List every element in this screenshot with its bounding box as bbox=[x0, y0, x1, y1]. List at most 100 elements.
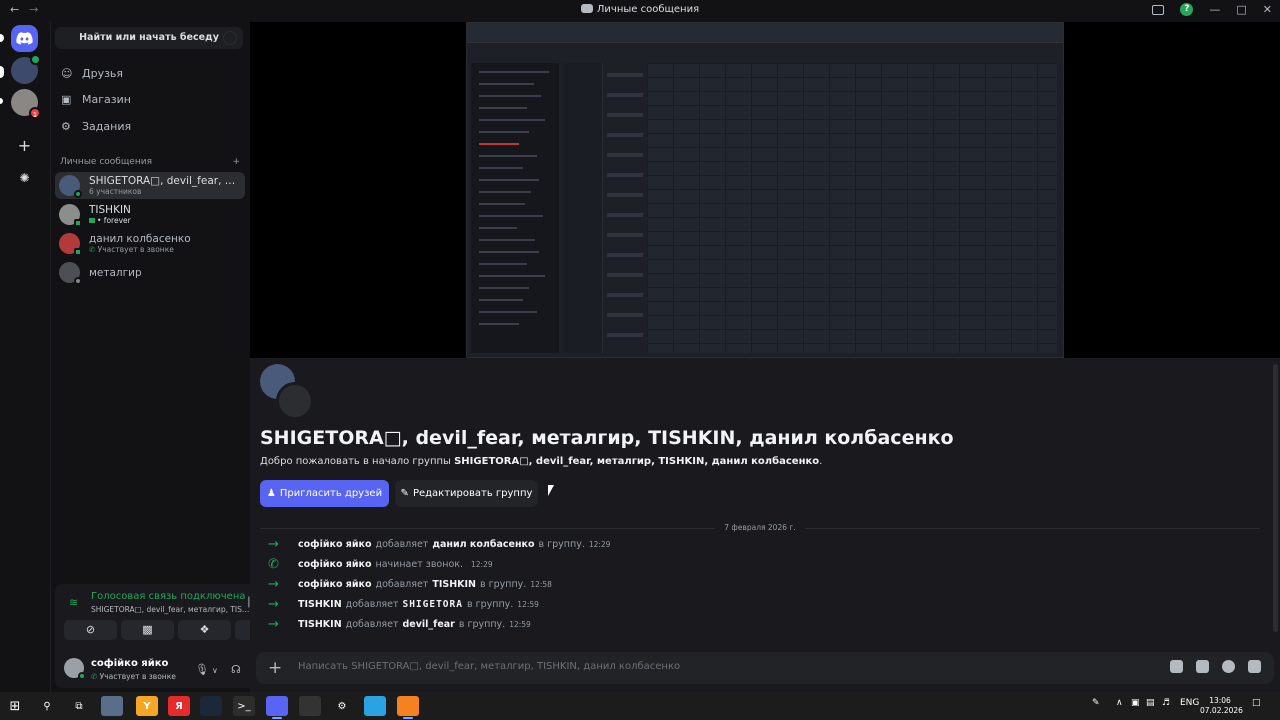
system-message: → TISHKIN добавляет SHIGETORA в группу. … bbox=[268, 596, 539, 612]
help-icon[interactable]: ? bbox=[1180, 3, 1194, 16]
window-title-text: Личные сообщения bbox=[596, 4, 700, 15]
server-avatar-1[interactable] bbox=[11, 54, 41, 84]
server-avatar-2[interactable]: 1 bbox=[11, 89, 41, 119]
inbox-icon[interactable] bbox=[1152, 4, 1165, 15]
message-time: 12:29 bbox=[588, 539, 611, 549]
page-title: SHIGETORA□, devil_fear, металгир, TISHKI… bbox=[260, 427, 954, 449]
join-arrow-icon: → bbox=[268, 576, 279, 592]
message-actor[interactable]: TISHKIN bbox=[298, 599, 342, 610]
chat-area: SHIGETORA□, devil_fear, металгир, TISHKI… bbox=[250, 22, 1280, 692]
message-input[interactable]: Написать SHIGETORA□, devil_fear, металги… bbox=[298, 661, 680, 672]
chevron-down-icon[interactable]: ∨ bbox=[212, 666, 218, 675]
dm-subtitle: • forever bbox=[89, 216, 239, 225]
user-name[interactable]: софійко яйко bbox=[91, 658, 168, 669]
voice-channel[interactable]: SHIGETORA□, devil_fear, металгир, TIS… bbox=[91, 605, 249, 614]
emoji-icon[interactable] bbox=[1222, 660, 1235, 673]
dm-item-group[interactable]: SHIGETORA□, devil_fear, метал… 6 участни… bbox=[55, 172, 245, 199]
edit-group-button[interactable]: ✎ Редактировать группу bbox=[395, 480, 538, 507]
nav-shop[interactable]: ▣ Магазин bbox=[57, 86, 245, 112]
dm-item-metalgir[interactable]: металгир bbox=[55, 259, 245, 286]
notifications-icon[interactable]: □ bbox=[1252, 698, 1261, 708]
headphones-icon[interactable]: ☊ bbox=[231, 663, 241, 676]
chevron-up-icon[interactable]: ∧ bbox=[1116, 698, 1123, 708]
dm-subtitle: 6 участников bbox=[89, 187, 142, 196]
app-icon[interactable] bbox=[299, 696, 321, 716]
message-target[interactable]: SHIGETORA bbox=[402, 599, 462, 610]
clock-time: 13:06 bbox=[1209, 696, 1231, 705]
dm-header: Личные сообщения + bbox=[60, 157, 240, 167]
avatar[interactable] bbox=[64, 658, 86, 680]
unread-indicator bbox=[0, 98, 3, 104]
message-target[interactable]: данил колбасенко bbox=[432, 539, 534, 550]
fl-studio-icon[interactable] bbox=[397, 696, 419, 719]
message-composer[interactable]: + Написать SHIGETORA□, devil_fear, метал… bbox=[256, 652, 1274, 684]
clock[interactable]: 13:06 07.02.2026 bbox=[1200, 696, 1243, 716]
dm-name: данил колбасенко bbox=[89, 233, 191, 245]
stream-viewer[interactable] bbox=[250, 22, 1280, 358]
message-tail: в группу. bbox=[466, 598, 514, 610]
message-target[interactable]: TISHKIN bbox=[432, 579, 476, 590]
chat-scrollbar[interactable] bbox=[1273, 364, 1278, 632]
network-icon[interactable]: ▤ bbox=[1146, 698, 1155, 708]
dm-item-tishkin[interactable]: TISHKIN • forever bbox=[55, 201, 245, 228]
screen-share-button[interactable]: ▩ bbox=[121, 620, 174, 640]
activities-button[interactable]: ❖ bbox=[178, 620, 231, 640]
minimize-button[interactable]: — bbox=[1209, 3, 1220, 16]
gif-icon[interactable] bbox=[1170, 660, 1183, 673]
nav-friends[interactable]: ☺ Друзья bbox=[57, 60, 245, 86]
pen-icon[interactable]: ✎ bbox=[1092, 698, 1100, 708]
welcome-text: Добро пожаловать в начало группы SHIGETO… bbox=[260, 456, 822, 467]
system-message: ✆ софійко яйко начинает звонок. 12:29 bbox=[268, 556, 493, 572]
message-actor[interactable]: софійко яйко bbox=[298, 539, 372, 550]
message-action: начинает звонок. bbox=[375, 558, 464, 570]
search-icon[interactable]: ⚲ bbox=[36, 696, 58, 716]
message-time: 12:59 bbox=[509, 619, 531, 629]
system-message: → софійко яйко добавляет данил колбасенк… bbox=[268, 536, 610, 552]
dm-item-danil[interactable]: данил колбасенко ✆ Участвует в звонке bbox=[55, 230, 245, 257]
yandex-icon[interactable]: Я bbox=[168, 696, 190, 716]
discover-icon[interactable]: ✺ bbox=[11, 164, 38, 191]
message-target[interactable]: devil_fear bbox=[402, 619, 454, 630]
stream-playlist-grid bbox=[647, 63, 1057, 353]
message-actor[interactable]: софійко яйко bbox=[298, 559, 372, 570]
welcome-group: SHIGETORA□, devil_fear, металгир, TISHKI… bbox=[454, 456, 820, 467]
invite-friends-button[interactable]: ♟ Пригласить друзей bbox=[260, 480, 389, 507]
dm-subtitle-text: • forever bbox=[97, 216, 131, 225]
language-indicator[interactable]: ENG bbox=[1180, 698, 1199, 708]
close-button[interactable]: ✕ bbox=[1263, 3, 1272, 16]
quests-icon: ⚙ bbox=[61, 119, 71, 133]
window-controls: ? — □ ✕ bbox=[1152, 3, 1272, 16]
pencil-icon: ✎ bbox=[400, 488, 409, 499]
camera-off-button[interactable]: ⊘ bbox=[64, 620, 117, 640]
search-button[interactable]: Найти или начать беседу bbox=[55, 27, 243, 49]
voice-status[interactable]: Голосовая связь подключена bbox=[91, 591, 246, 602]
message-actor[interactable]: TISHKIN bbox=[298, 619, 342, 630]
message-actor[interactable]: софійко яйко bbox=[298, 579, 372, 590]
voice-active-badge bbox=[30, 54, 41, 65]
status-dot bbox=[74, 277, 82, 285]
terminal-icon[interactable]: >_ bbox=[233, 696, 255, 716]
add-server-icon[interactable]: + bbox=[11, 132, 38, 159]
create-dm-icon[interactable]: + bbox=[232, 157, 240, 167]
discord-taskbar-icon[interactable] bbox=[266, 696, 288, 719]
file-explorer-icon[interactable] bbox=[101, 696, 123, 716]
task-view-icon[interactable]: ⧉ bbox=[68, 696, 90, 716]
settings-gear-icon[interactable]: ⚙ bbox=[331, 696, 353, 716]
apps-icon[interactable] bbox=[1248, 660, 1261, 673]
sticker-icon[interactable] bbox=[1196, 660, 1209, 673]
windows-start-icon[interactable]: ⊞ bbox=[4, 696, 26, 716]
active-indicator bbox=[0, 34, 4, 42]
tray-app-icon[interactable]: ▣ bbox=[1131, 698, 1140, 708]
volume-icon[interactable]: ♬ bbox=[1162, 698, 1170, 708]
nav-quests[interactable]: ⚙ Задания bbox=[57, 113, 245, 139]
yandex-browser-icon[interactable]: Y bbox=[136, 696, 158, 716]
telegram-icon[interactable] bbox=[364, 696, 386, 716]
direct-messages-button[interactable] bbox=[11, 25, 38, 52]
steam-icon[interactable] bbox=[200, 696, 222, 716]
attach-plus-icon[interactable]: + bbox=[268, 658, 282, 678]
microphone-icon[interactable]: 🎙 bbox=[195, 663, 209, 676]
date-divider: 7 февраля 2026 г. bbox=[260, 522, 1260, 534]
maximize-button[interactable]: □ bbox=[1236, 3, 1246, 16]
shop-icon: ▣ bbox=[61, 92, 72, 106]
dm-sidebar: Найти или начать беседу ☺ Друзья ▣ Магаз… bbox=[50, 22, 295, 692]
